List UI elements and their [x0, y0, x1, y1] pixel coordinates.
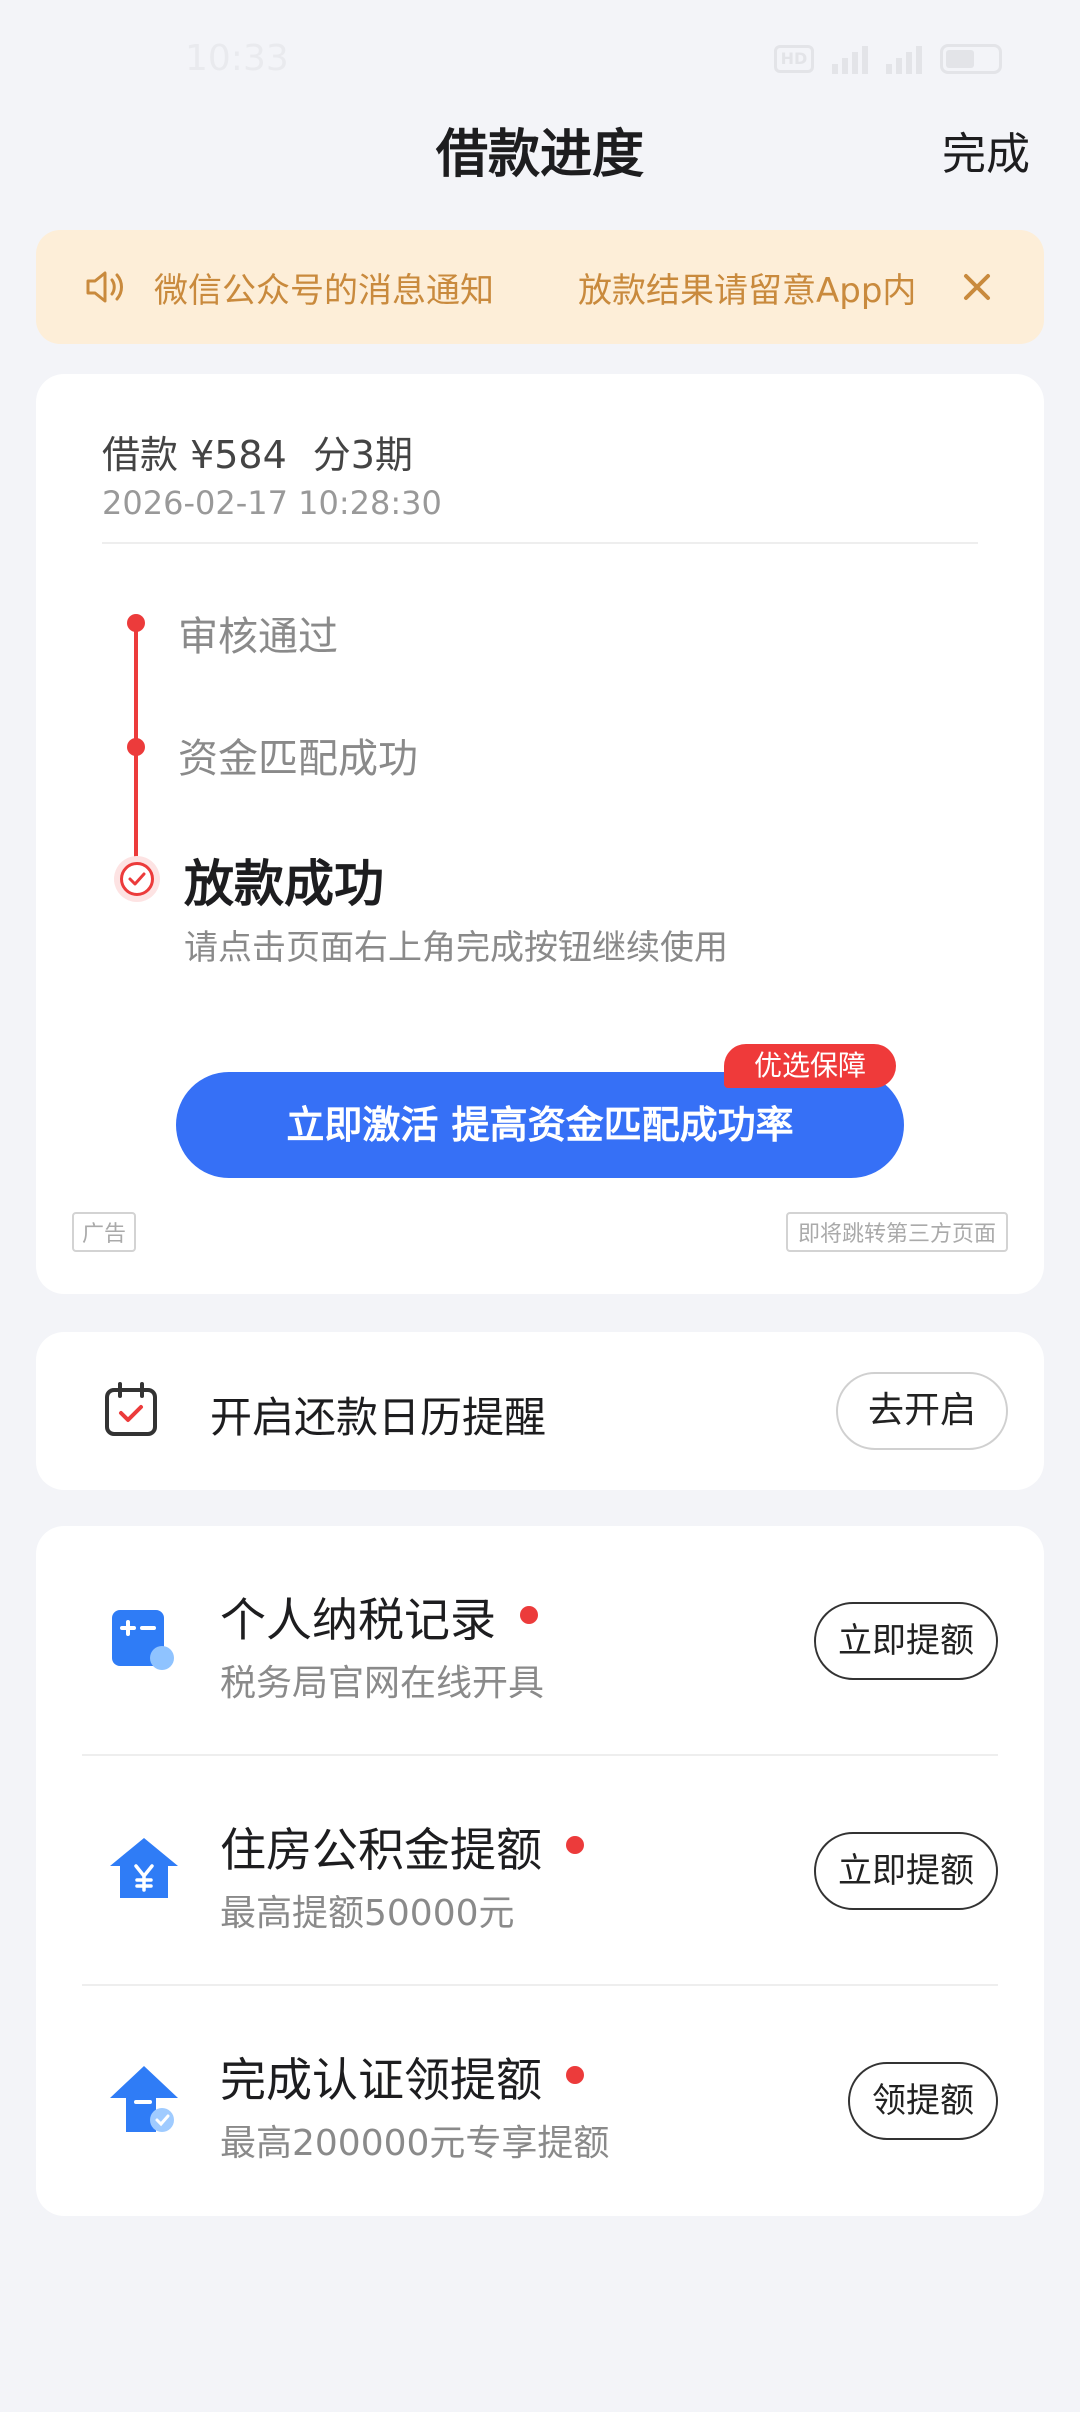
speaker-icon: [86, 271, 123, 303]
check-circle-icon: [114, 856, 160, 902]
status-bar: 10:33 HD: [0, 0, 1080, 110]
loan-time: 2026-02-17 10:28:30: [102, 484, 442, 522]
loan-summary: 借款 ¥584 分3期: [102, 424, 439, 479]
third-party-tag: 即将跳转第三方页面: [785, 1212, 1008, 1252]
service-title: 完成认证领提额: [220, 2044, 584, 2110]
service-title-text: 住房公积金提额: [220, 1823, 542, 1877]
credit-boost-card: 个人纳税记录 税务局官网在线开具 立即提额 住房公积金提额 最高提额50000元…: [36, 1526, 1044, 2216]
list-item[interactable]: 完成认证领提额 最高200000元专享提额 领提额: [36, 1986, 1044, 2216]
arrow-up-badge-icon: [110, 2066, 178, 2132]
status-time: 10:33: [185, 38, 289, 79]
ad-tag: 广告: [72, 1212, 137, 1252]
claim-boost-button[interactable]: 领提额: [848, 2062, 998, 2140]
notice-banner: 微信公众号的消息通知 放款结果请留意App内: [36, 230, 1044, 344]
calendar-reminder-card: 开启还款日历提醒 去开启: [36, 1332, 1044, 1490]
red-dot-badge: [520, 1606, 538, 1624]
red-dot-badge: [566, 1836, 584, 1854]
boost-button[interactable]: 立即提额: [814, 1602, 998, 1680]
calendar-check-icon: [105, 1382, 157, 1436]
done-button[interactable]: 完成: [942, 118, 1030, 182]
signal-icon: [886, 44, 922, 74]
list-item[interactable]: 个人纳税记录 税务局官网在线开具 立即提额: [36, 1526, 1044, 1756]
promo-badge: 优选保障: [724, 1044, 897, 1088]
status-icons: HD: [774, 44, 1002, 74]
notice-text: 微信公众号的消息通知: [154, 270, 494, 311]
timeline-step: 资金匹配成功: [178, 736, 418, 782]
hd-icon: HD: [774, 45, 814, 73]
list-item[interactable]: 住房公积金提额 最高提额50000元 立即提额: [36, 1756, 1044, 1986]
loan-progress-card: 借款 ¥584 分3期 2026-02-17 10:28:30 审核通过 资金匹配…: [36, 374, 1044, 1294]
timeline-dot: [127, 738, 145, 756]
service-subtitle: 最高200000元专享提额: [220, 2123, 610, 2164]
signal-icon: [832, 44, 868, 74]
close-icon[interactable]: [954, 264, 1000, 310]
timeline-dot: [127, 614, 145, 632]
service-subtitle: 最高提额50000元: [220, 1893, 515, 1934]
notice-text: 放款结果请留意App内: [578, 270, 917, 311]
battery-icon: [940, 44, 1002, 74]
loan-term: 分3期: [312, 433, 413, 477]
service-subtitle: 税务局官网在线开具: [220, 1663, 545, 1704]
service-title-text: 完成认证领提额: [220, 2053, 542, 2107]
timeline-final-step: 放款成功: [184, 855, 384, 913]
timeline-line: [134, 750, 138, 860]
enable-reminder-button[interactable]: 去开启: [836, 1372, 1008, 1450]
loan-amount: 借款 ¥584: [102, 433, 287, 477]
house-yuan-icon: [110, 1838, 178, 1898]
red-dot-badge: [566, 2066, 584, 2084]
service-title-text: 个人纳税记录: [220, 1593, 496, 1647]
timeline-step: 审核通过: [178, 614, 338, 660]
timeline-line: [134, 628, 138, 740]
calendar-reminder-label: 开启还款日历提醒: [210, 1393, 547, 1442]
divider: [102, 542, 978, 544]
boost-button[interactable]: 立即提额: [814, 1832, 998, 1910]
timeline-hint: 请点击页面右上角完成按钮继续使用: [184, 928, 728, 968]
service-title: 住房公积金提额: [220, 1814, 584, 1880]
calculator-icon: [112, 1610, 174, 1670]
service-title: 个人纳税记录: [220, 1584, 538, 1650]
page-title: 借款进度: [435, 125, 644, 185]
